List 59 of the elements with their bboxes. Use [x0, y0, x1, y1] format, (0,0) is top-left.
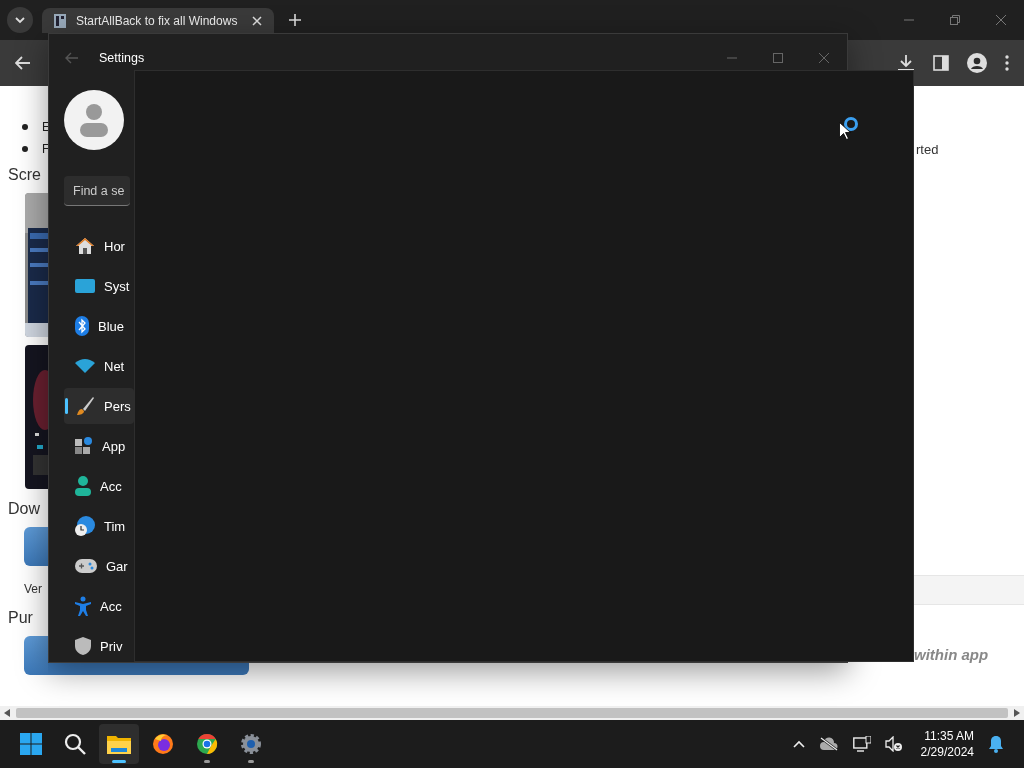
bluetooth-icon: [75, 316, 89, 336]
shield-icon: [75, 637, 91, 655]
version-label: Ver: [24, 582, 42, 596]
more-menu-icon[interactable]: [1005, 55, 1009, 71]
clock-time[interactable]: 11:35 AM: [924, 728, 974, 744]
browser-tab[interactable]: StartAllBack to fix all Windows: [42, 8, 274, 33]
brush-icon: [75, 396, 95, 416]
bullet-icon: [22, 124, 28, 130]
download-icon[interactable]: [897, 54, 915, 72]
new-tab-icon[interactable]: [289, 14, 301, 26]
page-button[interactable]: [24, 527, 48, 566]
nav-item[interactable]: Gar: [64, 548, 134, 584]
network-icon[interactable]: [852, 736, 871, 752]
nav-item[interactable]: Pers: [64, 388, 134, 424]
tab-list-icon[interactable]: [7, 7, 33, 33]
nav-item[interactable]: Priv: [64, 628, 134, 664]
section-heading: Scre: [8, 166, 41, 184]
folder-icon[interactable]: [99, 724, 139, 764]
section-heading: Pur: [8, 609, 33, 627]
scroll-right-icon[interactable]: [1014, 709, 1020, 717]
apps-icon: [75, 437, 93, 455]
nav-item[interactable]: Net: [64, 348, 134, 384]
nav-item[interactable]: Blue: [64, 308, 134, 344]
profile-icon[interactable]: [967, 53, 987, 73]
nav-item[interactable]: Tim: [64, 508, 134, 544]
restore-icon[interactable]: [950, 15, 960, 25]
side-panel-icon[interactable]: [933, 55, 949, 71]
volume-muted-icon[interactable]: [884, 736, 903, 752]
close-icon[interactable]: [996, 15, 1006, 25]
note-text: within app: [914, 646, 989, 663]
horizontal-scrollbar[interactable]: [0, 706, 1024, 720]
scroll-left-icon[interactable]: [4, 709, 10, 717]
page-icon: [54, 13, 66, 28]
monitor-icon: [75, 278, 95, 294]
gamepad-icon: [75, 559, 97, 573]
mouse-cursor-icon: [839, 122, 851, 140]
clock-date[interactable]: 2/29/2024: [920, 744, 974, 760]
nav-item[interactable]: Acc: [64, 468, 134, 504]
search-field[interactable]: Find a se: [64, 176, 130, 206]
maximize-icon[interactable]: [773, 52, 783, 63]
tab-title: StartAllBack to fix all Windows: [76, 13, 239, 28]
loading-spinner-icon: [843, 116, 859, 132]
nav-item[interactable]: App: [64, 428, 134, 464]
bullet-icon: [22, 146, 28, 152]
nav-item[interactable]: Acc: [64, 588, 134, 624]
house-icon: [75, 236, 95, 256]
wifi-icon: [75, 359, 95, 373]
notification-bell-icon[interactable]: [988, 735, 1004, 753]
chevron-up-icon[interactable]: [792, 740, 805, 748]
window-title: Settings: [99, 50, 145, 65]
cloud-off-icon[interactable]: [818, 737, 839, 751]
clock-globe-icon: [75, 516, 95, 536]
accessibility-icon: [75, 596, 91, 616]
nav-item[interactable]: Syst: [64, 268, 134, 304]
avatar-icon[interactable]: [64, 90, 124, 150]
person-icon: [75, 476, 91, 496]
nav-item[interactable]: Hor: [64, 228, 134, 264]
section-heading: Dow: [8, 500, 40, 518]
paragraph-text: rted: [916, 142, 939, 157]
